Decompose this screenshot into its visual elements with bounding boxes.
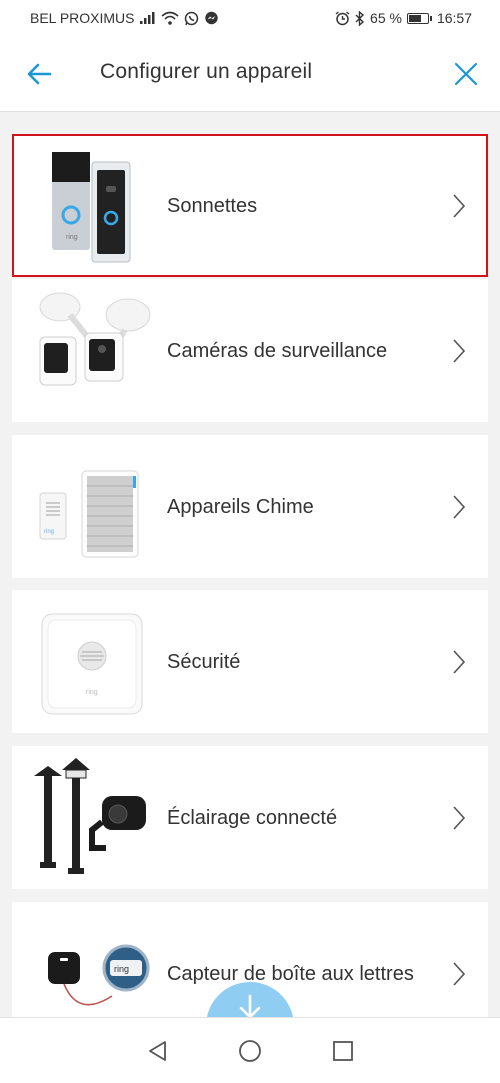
category-label: Capteur de boîte aux lettres <box>167 962 414 985</box>
chevron-right-icon <box>453 338 466 363</box>
chime-icon: ring <box>39 470 139 558</box>
navigation-bar <box>0 1017 500 1083</box>
mailbox-brand-text: ring <box>114 964 129 974</box>
chevron-right-icon <box>453 494 466 519</box>
back-button[interactable] <box>22 56 56 92</box>
nav-back-button[interactable] <box>142 1036 172 1066</box>
back-arrow-icon <box>27 63 52 85</box>
nav-recent-button[interactable] <box>328 1036 358 1066</box>
smart-lighting-icon <box>34 758 146 874</box>
whatsapp-icon <box>184 11 199 26</box>
battery-percent: 65 % <box>370 10 402 26</box>
category-label: Éclairage connecté <box>167 806 338 829</box>
signal-icon <box>139 12 156 24</box>
chevron-right-icon <box>453 805 466 830</box>
close-icon <box>454 62 478 86</box>
category-label: Sécurité <box>167 650 241 673</box>
category-card-security-cameras[interactable]: Caméras de surveillance <box>12 279 488 422</box>
messenger-icon <box>204 11 219 26</box>
chevron-right-icon <box>453 961 466 986</box>
close-button[interactable] <box>448 56 484 92</box>
nav-back-icon <box>148 1040 166 1061</box>
app-header: Configurer un appareil <box>0 36 500 112</box>
nav-home-button[interactable] <box>235 1036 265 1066</box>
bluetooth-icon <box>355 10 365 26</box>
nav-recent-icon <box>333 1040 354 1061</box>
category-card-security[interactable]: ring Sécurité <box>12 590 488 733</box>
category-label: Sonnettes <box>167 194 258 217</box>
mailbox-sensor-icon: ring <box>48 944 150 1006</box>
chevron-right-icon <box>453 193 466 218</box>
category-label: Caméras de surveillance <box>167 339 388 362</box>
clock: 16:57 <box>436 10 472 26</box>
category-card-doorbells[interactable]: ring Sonnettes <box>12 134 488 277</box>
page-title: Configurer un appareil <box>100 60 313 83</box>
category-label: Appareils Chime <box>167 495 314 518</box>
status-right: 65 % 16:57 <box>335 10 472 26</box>
status-left: BEL PROXIMUS <box>30 10 219 26</box>
category-card-smart-lighting[interactable]: Éclairage connecté <box>12 746 488 889</box>
chevron-right-icon <box>453 649 466 674</box>
carrier-name: BEL PROXIMUS <box>30 10 135 26</box>
doorbell-icon: ring <box>52 152 131 263</box>
alarm-base-station-icon: ring <box>41 613 143 715</box>
nav-home-icon <box>239 1039 261 1062</box>
alarm-brand-text: ring <box>86 689 98 696</box>
alarm-icon <box>335 10 350 26</box>
chime-brand-text: ring <box>44 529 54 535</box>
security-camera-icon <box>39 292 151 386</box>
category-card-chime[interactable]: ring Appareils Chime <box>12 435 488 578</box>
device-category-list: ring Sonnettes Caméras de surveillance r… <box>0 112 500 1017</box>
battery-icon <box>406 12 432 24</box>
wifi-icon <box>160 11 179 25</box>
battery-fill <box>408 14 421 22</box>
status-bar: BEL PROXIMUS 65 % 16:57 <box>0 0 500 36</box>
doorbell-brand-text: ring <box>66 234 78 241</box>
